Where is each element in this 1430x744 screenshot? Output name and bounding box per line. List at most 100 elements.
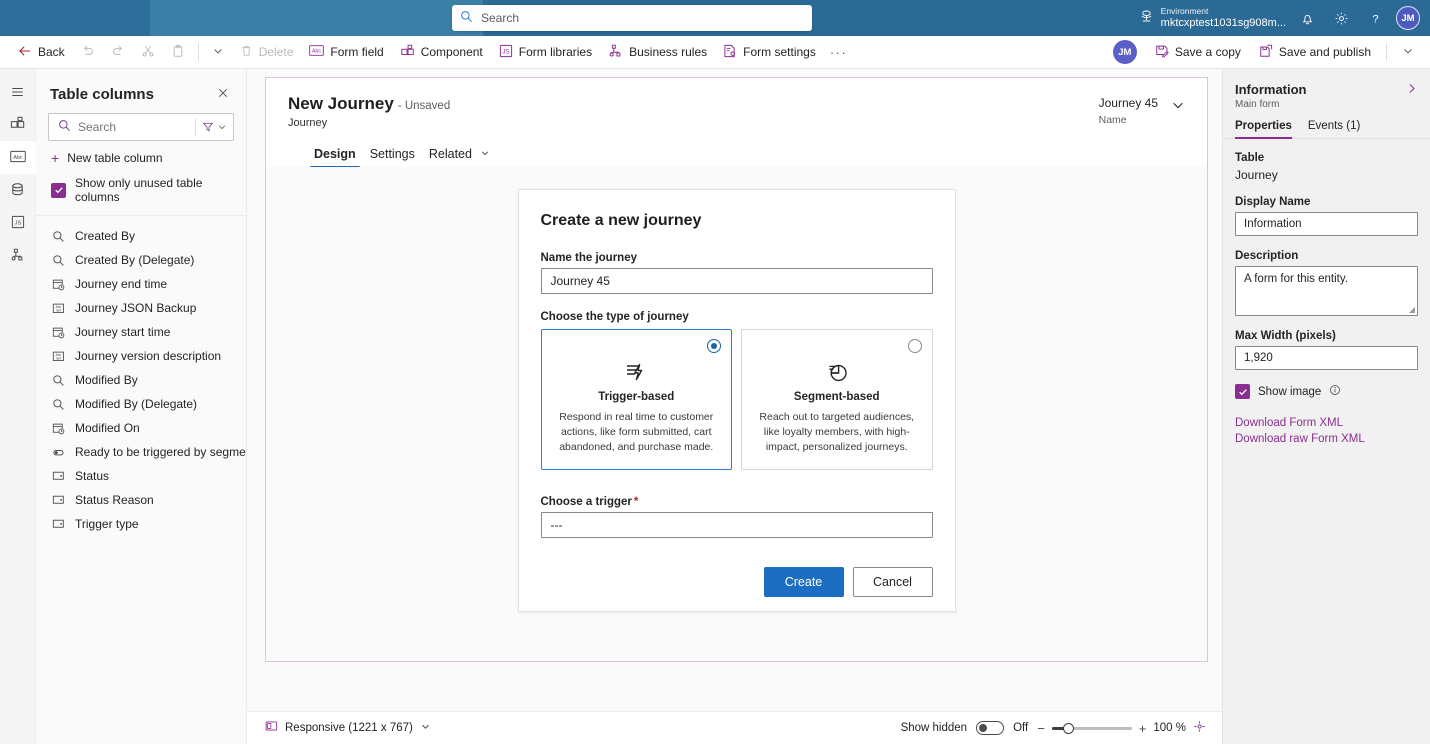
list-item[interactable]: Created By (Delegate) [36, 248, 246, 272]
list-item[interactable]: Created By [36, 224, 246, 248]
segment-piechart-icon [825, 360, 849, 384]
paste-button[interactable] [163, 39, 193, 65]
chevron-down-icon [420, 721, 431, 735]
help-button[interactable]: ? [1358, 0, 1392, 36]
max-width-input[interactable]: 1,920 [1235, 346, 1418, 370]
save-and-publish-button[interactable]: Save and publish [1251, 39, 1379, 65]
show-only-unused-checkbox[interactable]: Show only unused table columns [36, 173, 246, 216]
close-panel-button[interactable] [214, 85, 232, 103]
redo-button[interactable] [103, 39, 133, 65]
rail-item-table-columns[interactable]: Abc [0, 141, 36, 174]
zoom-slider-knob[interactable] [1062, 722, 1074, 734]
tab-properties[interactable]: Properties [1235, 120, 1292, 139]
back-button[interactable]: Back [10, 39, 73, 65]
list-item[interactable]: Journey start time [36, 320, 246, 344]
global-search-box[interactable]: Search [452, 5, 812, 31]
list-item[interactable]: Status Reason [36, 488, 246, 512]
column-label: Ready to be triggered by segment r... [75, 445, 246, 459]
paste-overflow-chevron[interactable] [204, 39, 232, 65]
header-expand-chevron[interactable] [1171, 96, 1185, 115]
trigger-select[interactable]: --- [540, 512, 933, 538]
form-settings-button[interactable]: Form settings [715, 39, 824, 65]
tab-events[interactable]: Events (1) [1308, 120, 1360, 138]
delete-button[interactable]: Delete [232, 39, 302, 65]
rail-item-components[interactable] [0, 108, 36, 141]
list-item[interactable]: Trigger type [36, 512, 246, 536]
tab-design[interactable]: Design [310, 143, 360, 168]
environment-picker[interactable]: Environment mktcxptest1031sg908m... [1139, 6, 1286, 29]
description-textarea[interactable]: A form for this entity. ◢ [1235, 266, 1418, 316]
zoom-in-button[interactable]: + [1139, 722, 1147, 735]
trigger-based-card[interactable]: Trigger-based Respond in real time to cu… [540, 329, 732, 470]
rail-item-form-libraries[interactable]: JS [0, 207, 36, 240]
list-item[interactable]: Modified By (Delegate) [36, 392, 246, 416]
column-label: Journey start time [75, 325, 171, 339]
create-button[interactable]: Create [763, 567, 844, 597]
checkbox-checked-icon [1235, 384, 1250, 399]
column-label: Trigger type [75, 517, 139, 531]
list-item[interactable]: Ready to be triggered by segment r... [36, 440, 246, 464]
zoom-control: − + 100 % [1037, 720, 1206, 736]
resize-grip-icon[interactable]: ◢ [1409, 305, 1415, 314]
show-hidden-toggle[interactable] [976, 721, 1005, 735]
form-field-button[interactable]: Abc Form field [301, 39, 391, 65]
list-item[interactable]: Journey end time [36, 272, 246, 296]
rail-item-business-rules[interactable] [0, 240, 36, 273]
tab-related[interactable]: Related [425, 143, 495, 168]
save-options-chevron[interactable] [1394, 39, 1422, 65]
cancel-button[interactable]: Cancel [852, 567, 933, 597]
download-raw-form-xml-link[interactable]: Download raw Form XML [1235, 433, 1418, 445]
notifications-button[interactable] [1290, 0, 1324, 36]
command-divider [197, 43, 199, 61]
download-form-xml-link[interactable]: Download Form XML [1235, 417, 1418, 429]
show-image-label: Show image [1258, 385, 1322, 398]
rail-item-data-source[interactable] [0, 174, 36, 207]
zoom-out-button[interactable]: − [1037, 722, 1045, 735]
undo-button[interactable] [73, 39, 103, 65]
display-name-input[interactable]: Information [1235, 212, 1418, 236]
plus-icon: + [51, 150, 60, 166]
checkbox-checked-icon [51, 182, 66, 198]
column-label: Status Reason [75, 493, 154, 507]
new-table-column-button[interactable]: + New table column [36, 141, 246, 173]
list-item[interactable]: Modified On [36, 416, 246, 440]
column-label: Journey version description [75, 349, 222, 363]
environment-icon [1139, 9, 1154, 27]
rail-item-hamburger[interactable] [0, 75, 36, 108]
form-libraries-button[interactable]: JS Form libraries [491, 39, 600, 65]
trigger-based-radio[interactable] [707, 339, 721, 353]
journey-name-input[interactable]: Journey 45 [540, 268, 933, 294]
segment-based-radio[interactable] [907, 339, 922, 353]
zoom-slider[interactable] [1051, 722, 1132, 734]
component-button[interactable]: Component [392, 39, 491, 65]
table-columns-search[interactable]: Search [48, 113, 234, 141]
collapse-panel-chevron[interactable] [1405, 82, 1418, 98]
tab-settings[interactable]: Settings [366, 143, 419, 168]
device-frame-icon [265, 720, 278, 736]
save-a-copy-button[interactable]: Save a copy [1147, 39, 1249, 65]
choice-icon [51, 470, 66, 482]
tab-related-label: Related [428, 147, 472, 161]
settings-gear-button[interactable] [1324, 0, 1358, 36]
chevron-down-icon [218, 125, 226, 130]
list-item[interactable]: Modified By [36, 368, 246, 392]
datetime-icon [51, 278, 66, 291]
user-avatar[interactable]: JM [1396, 6, 1420, 30]
responsive-size-selector[interactable]: Responsive (1221 x 767) [265, 720, 431, 736]
arrow-left-icon [18, 45, 32, 60]
show-image-checkbox[interactable]: Show image [1235, 384, 1418, 399]
more-commands-button[interactable]: ··· [824, 45, 854, 60]
svg-text:JS: JS [502, 48, 509, 55]
fit-to-screen-icon[interactable] [1193, 720, 1206, 736]
segment-based-card[interactable]: Segment-based Reach out to targeted audi… [741, 329, 933, 470]
list-item[interactable]: Abc def Journey version description [36, 344, 246, 368]
business-rules-button[interactable]: Business rules [600, 39, 715, 65]
column-label: Status [75, 469, 110, 483]
filter-button[interactable] [202, 121, 227, 133]
info-icon[interactable] [1329, 384, 1341, 399]
list-item[interactable]: Status [36, 464, 246, 488]
list-item[interactable]: Abc def Journey JSON Backup [36, 296, 246, 320]
segment-based-title: Segment-based [793, 391, 880, 403]
editor-avatar[interactable]: JM [1112, 40, 1137, 64]
cut-button[interactable] [133, 39, 163, 65]
